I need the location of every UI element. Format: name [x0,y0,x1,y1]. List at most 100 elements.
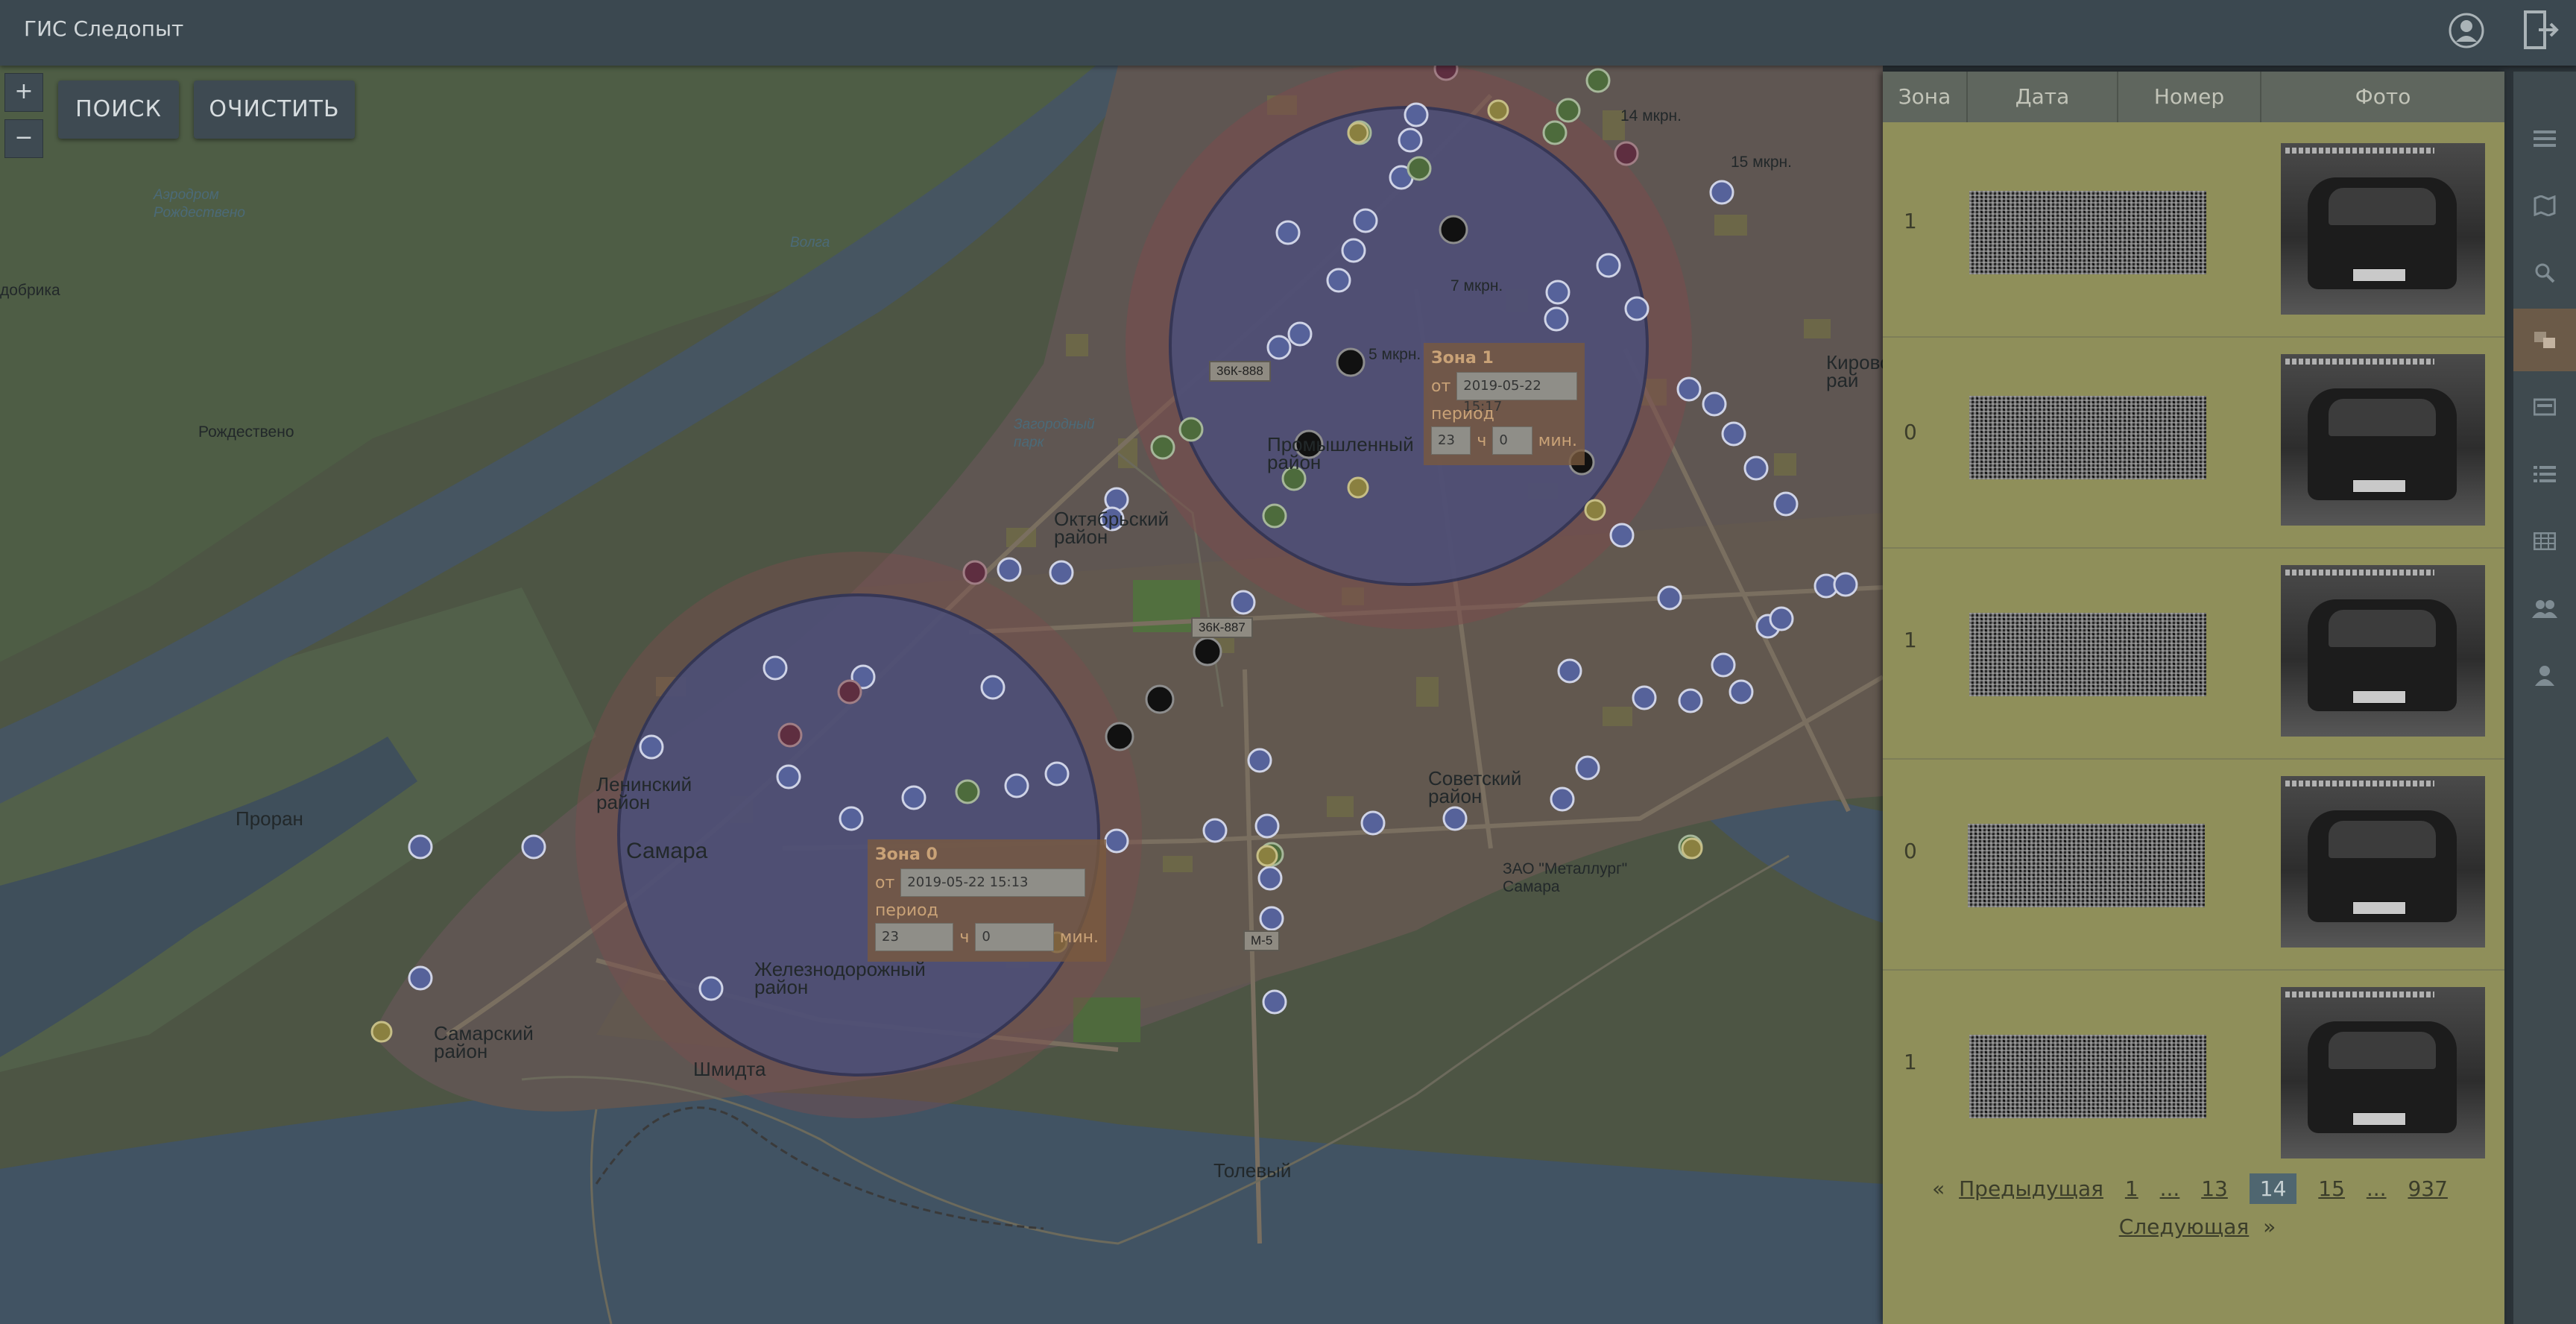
car-photo[interactable] [2281,565,2485,737]
pager-ellipsis[interactable]: ... [2367,1176,2387,1201]
pager-next-link[interactable]: Следующая [2119,1214,2250,1239]
pagination: « Предыдущая 1 ... 13 14 15 ... 937 След… [1883,1173,2504,1239]
zone-0-unit: мин. [1059,927,1099,947]
label-shmidta: Шмидта [693,1058,766,1080]
map-canvas[interactable]: Аэродром Рождествено добрика Рождествено… [0,66,1883,1324]
menu-icon[interactable] [2513,107,2576,170]
zone-1-popup: Зона 1 от 2019-05-22 15:17 период 23 ч 0… [1424,343,1585,465]
pager-prev-link[interactable]: Предыдущая [1959,1176,2103,1201]
plate-image [1969,1035,2206,1118]
car-photo[interactable] [2281,776,2485,948]
label-kirovsky: Кировс рай [1826,351,1883,391]
pager-page-13[interactable]: 13 [2201,1176,2228,1201]
group-icon[interactable] [2513,577,2576,640]
label-samarsky: Самарский район [434,1022,534,1062]
road-badge-36k888: 36К-888 [1209,361,1271,382]
pager-ellipsis[interactable]: ... [2160,1176,2180,1201]
label-mkr15: 15 мкрн. [1731,154,1792,171]
results-panel: Зона Дата Номер Фото 1 0 1 0 1 « Предыду… [1883,72,2504,1324]
card-icon[interactable] [2513,376,2576,438]
zone-1-hours-input[interactable]: 23 [1431,426,1471,455]
list-icon[interactable] [2513,443,2576,505]
zones-icon[interactable] [2513,309,2576,371]
zone-1-period-label: период [1431,405,1494,423]
label-zagorodny-park: Загородный парк [1014,417,1095,450]
results-table-header: Зона Дата Номер Фото [1883,72,2504,122]
table-row[interactable]: 0 [1883,338,2504,549]
zone-0-popup: Зона 0 от 2019-05-22 15:13 период 23 ч 0… [868,839,1106,962]
zone-0-title: Зона 0 [875,845,938,864]
table-icon[interactable] [2513,510,2576,573]
zone-0-hours-input[interactable]: 23 [875,923,954,951]
map-base [0,66,1883,1324]
col-header-zone[interactable]: Зона [1883,72,1968,122]
label-samara: Самара [626,839,708,863]
zoom-out-button[interactable]: − [4,119,43,158]
row-zone: 1 [1904,209,1917,233]
plate-image [1969,613,2206,696]
zone-1-from-input[interactable]: 2019-05-22 15:17 [1456,372,1577,414]
label-rozhdestveno: Рождествено [198,423,294,441]
zone-1-unit: мин. [1538,431,1577,450]
table-row[interactable]: 1 [1883,971,2504,1180]
zone-0-from-input[interactable]: 2019-05-22 15:13 [900,869,1086,897]
pager-page-current[interactable]: 14 [2249,1173,2297,1204]
table-row[interactable]: 1 [1883,549,2504,760]
map-icon[interactable] [2513,174,2576,237]
label-oktyabrsky: Октябрьский район [1054,508,1169,548]
label-mkr14: 14 мкрн. [1620,107,1682,124]
search-button[interactable]: ПОИСК [58,81,179,139]
table-row[interactable]: 0 [1883,760,2504,971]
app-title: ГИС Следопыт [24,16,184,41]
logout-icon[interactable] [2522,9,2560,51]
row-zone: 1 [1904,1050,1917,1074]
pager-page-1[interactable]: 1 [2125,1176,2138,1201]
user-avatar-icon[interactable] [2448,12,2485,49]
pager-page-last[interactable]: 937 [2408,1176,2447,1201]
row-zone: 0 [1904,839,1917,863]
col-header-number[interactable]: Номер [2118,72,2261,122]
plate-image [1969,191,2206,274]
car-photo[interactable] [2281,143,2485,315]
zone-1-minutes-input[interactable]: 0 [1492,426,1532,455]
label-sovetsky: Советский район [1428,767,1522,807]
pager-page-15[interactable]: 15 [2318,1176,2345,1201]
zone-0-minutes-input[interactable]: 0 [975,923,1054,951]
label-proran: Проран [236,807,303,830]
plate-image [1968,824,2205,907]
label-metallurg: ЗАО "Металлург" Самара [1503,860,1628,895]
top-bar: ГИС Следопыт [0,0,2576,66]
road-badge-m5: М-5 [1243,930,1281,951]
zone-0-hours-sep: ч [959,927,970,947]
label-mkr7: 7 мкрн. [1450,277,1503,294]
user-icon[interactable] [2513,644,2576,707]
label-vodobriky: добрика [0,282,60,299]
col-header-date[interactable]: Дата [1968,72,2118,122]
zone-1-from-label: от [1431,376,1451,396]
pager-prev-arrow: « [1932,1176,1945,1201]
plate-image [1969,396,2206,479]
zone-1-title: Зона 1 [1431,349,1494,368]
label-volga: Волга [790,235,830,250]
road-badge-36k887: 36К-887 [1191,617,1253,638]
zone-1-hours-sep: ч [1477,431,1487,450]
label-leninsky: Ленинский район [596,773,692,813]
zone-0-from-label: от [875,873,895,892]
label-mkr5: 5 мкрн. [1368,346,1421,363]
search-icon[interactable] [2513,242,2576,304]
col-header-photo[interactable]: Фото [2261,72,2504,122]
label-zheleznodorozhny: Железнодорожный район [754,958,926,998]
table-row[interactable]: 1 [1883,127,2504,338]
pager-next-arrow: » [2263,1214,2276,1239]
car-photo[interactable] [2281,354,2485,526]
zoom-in-button[interactable]: + [4,73,43,112]
clear-button[interactable]: ОЧИСТИТЬ [194,81,355,139]
label-promyshlenny: Промышленный район [1267,433,1414,473]
right-toolbar [2513,72,2576,1324]
row-zone: 1 [1904,628,1917,652]
zone-0-period-label: период [875,901,938,920]
car-photo[interactable] [2281,987,2485,1158]
row-zone: 0 [1904,420,1917,444]
label-aerodrome: Аэродром Рождествено [154,187,245,221]
label-tolevy: Толевый [1213,1159,1292,1182]
